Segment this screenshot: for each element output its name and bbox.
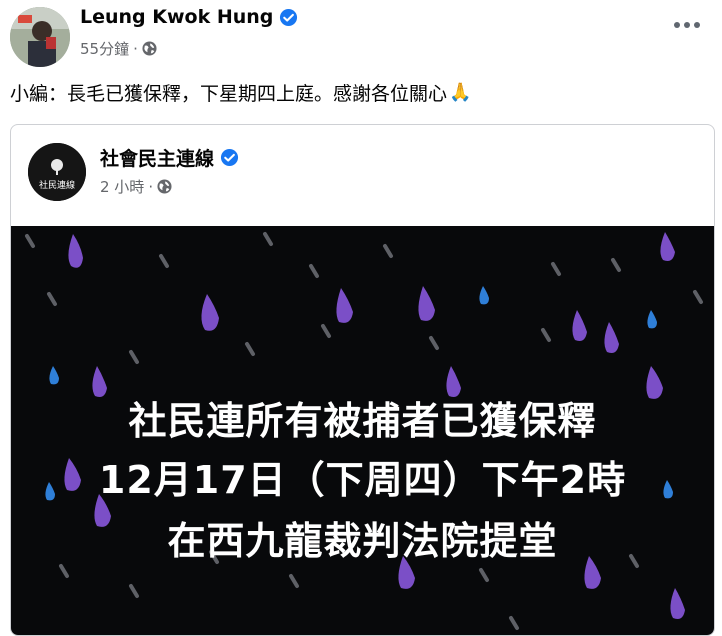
post-text: 小編：長毛已獲保釋，下星期四上庭。感謝各位關心 🙏 bbox=[10, 79, 471, 106]
page-avatar[interactable]: 社民連線 bbox=[28, 143, 86, 201]
more-options-icon[interactable] bbox=[674, 22, 700, 28]
page-name[interactable]: 社會民主連線 bbox=[100, 144, 214, 171]
verified-badge-icon bbox=[280, 8, 298, 26]
shared-post-time[interactable]: 2 小時 bbox=[100, 176, 144, 197]
author-name-row: Leung Kwok Hung bbox=[80, 6, 298, 28]
banner-line-2: 12月17日（下周四）下午2時 bbox=[98, 458, 627, 502]
verified-badge-icon bbox=[220, 148, 239, 167]
post-meta: 55分鐘 · bbox=[80, 38, 157, 59]
globe-icon[interactable] bbox=[142, 41, 157, 56]
globe-icon[interactable] bbox=[157, 179, 172, 194]
meta-separator: · bbox=[133, 39, 138, 58]
shared-post-card[interactable]: 社民連線 社會民主連線 2 小時 · 社民連所有被捕者已獲保釋 12月17日（下… bbox=[10, 124, 715, 636]
post-body: 小編：長毛已獲保釋，下星期四上庭。感謝各位關心 bbox=[10, 83, 448, 105]
post-time[interactable]: 55分鐘 bbox=[80, 38, 129, 59]
shared-post-meta: 2 小時 · bbox=[100, 176, 172, 197]
banner-line-3: 在西九龍裁判法院提堂 bbox=[167, 519, 558, 563]
shared-image-banner[interactable]: 社民連所有被捕者已獲保釋 12月17日（下周四）下午2時 在西九龍裁判法院提堂 bbox=[11, 226, 714, 635]
folded-hands-emoji: 🙏 bbox=[449, 82, 472, 103]
author-name[interactable]: Leung Kwok Hung bbox=[80, 6, 273, 28]
banner-line-1: 社民連所有被捕者已獲保釋 bbox=[128, 399, 597, 443]
meta-separator: · bbox=[148, 177, 154, 196]
page-logo-text: 社民連線 bbox=[38, 181, 75, 191]
author-avatar[interactable] bbox=[10, 7, 70, 67]
page-name-row: 社會民主連線 bbox=[100, 144, 239, 171]
